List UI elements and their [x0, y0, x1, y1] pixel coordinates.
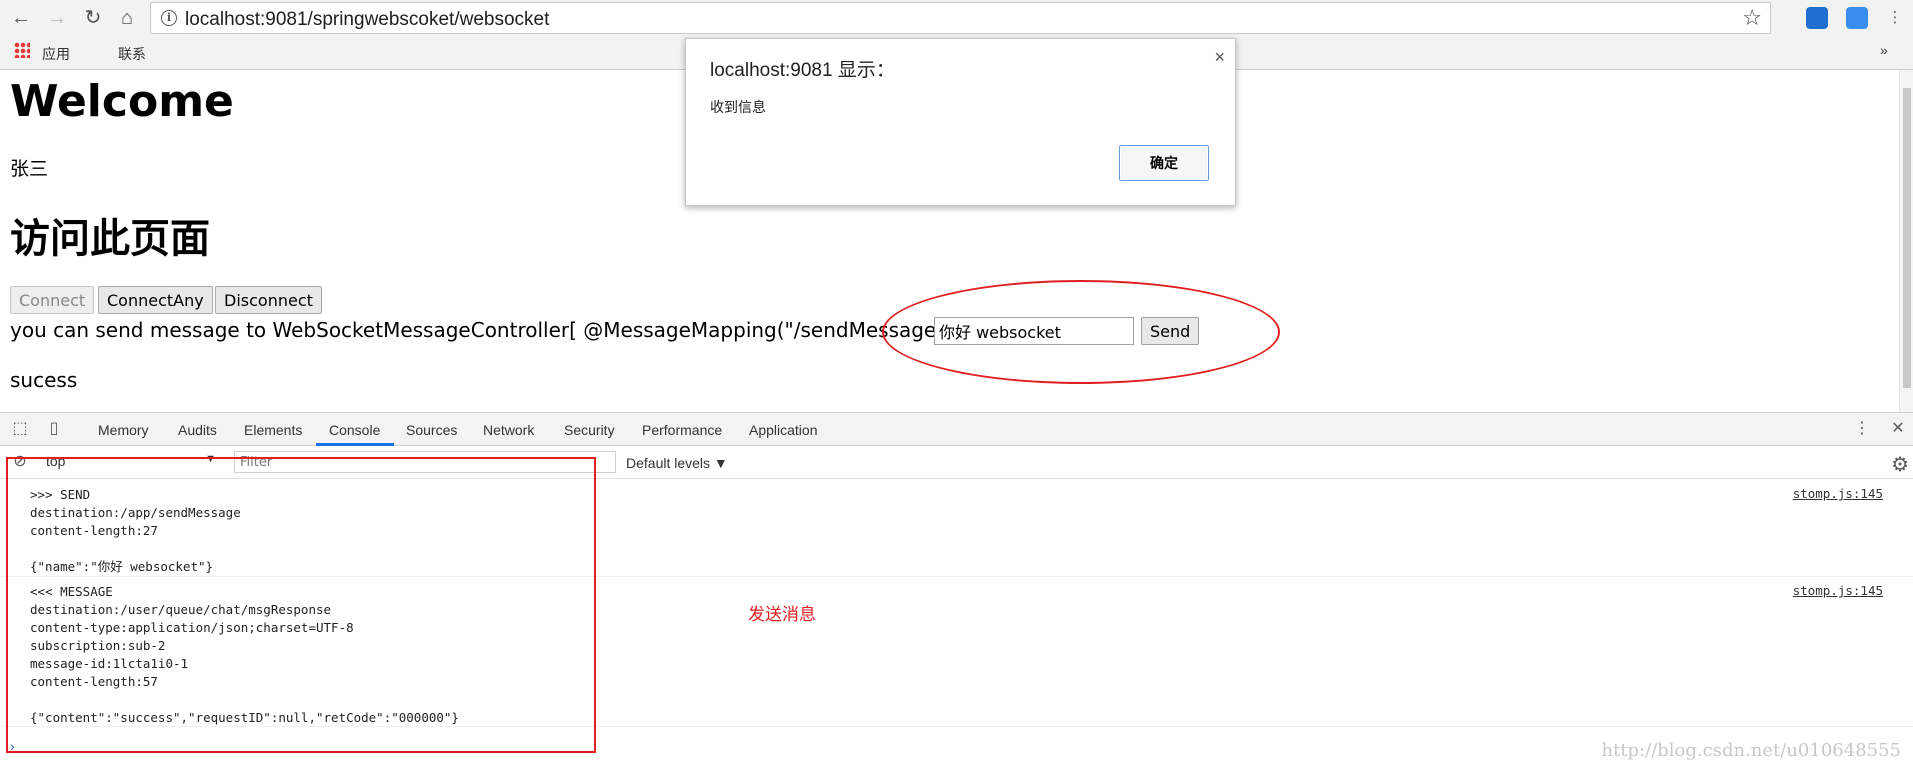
log-levels-dropdown[interactable]: Default levels ▼ — [626, 455, 728, 471]
source-link[interactable]: stomp.js:145 — [1793, 486, 1883, 501]
section-heading: 访问此页面 — [10, 216, 210, 262]
log-text: >>> SEND destination:/app/sendMessage co… — [30, 487, 241, 574]
console-message: <<< MESSAGE destination:/user/queue/chat… — [0, 577, 1913, 727]
url-text[interactable]: localhost:9081/springwebscoket/websocket — [185, 9, 549, 31]
bookmark-item[interactable]: 联系 — [118, 44, 146, 64]
alert-dialog: localhost:9081 显示： × 收到信息 确定 — [685, 38, 1236, 206]
extension-icon[interactable] — [1806, 7, 1828, 29]
close-icon[interactable]: × — [1214, 47, 1225, 68]
send-instructions: you can send message to WebSocketMessage… — [10, 318, 968, 342]
disconnect-button[interactable]: Disconnect — [215, 286, 322, 314]
source-link[interactable]: stomp.js:145 — [1793, 583, 1883, 598]
tab-console[interactable]: Console — [329, 422, 380, 438]
devtools-panel: ⬚ ▯ Memory Audits Elements Console Sourc… — [0, 412, 1913, 767]
context-value: top — [46, 453, 66, 469]
info-icon[interactable]: i — [161, 10, 177, 26]
status-text: sucess — [10, 368, 78, 392]
context-select[interactable]: top ▼ — [46, 453, 216, 473]
forward-icon[interactable]: → — [44, 6, 70, 30]
bookmark-item[interactable]: 应用 — [42, 44, 70, 64]
connect-any-button[interactable]: ConnectAny — [98, 286, 213, 314]
tab-application[interactable]: Application — [749, 422, 818, 438]
annotation-label: 发送消息 — [748, 605, 816, 625]
console-prompt-icon[interactable]: › — [10, 738, 15, 754]
tab-memory[interactable]: Memory — [98, 422, 149, 438]
clear-console-icon[interactable]: ⊘ — [10, 452, 30, 472]
device-toolbar-icon[interactable]: ▯ — [44, 419, 64, 439]
back-icon[interactable]: ← — [8, 6, 34, 30]
inspect-element-icon[interactable]: ⬚ — [10, 419, 30, 439]
more-bookmarks-icon[interactable]: » — [1880, 42, 1888, 58]
console-output: >>> SEND destination:/app/sendMessage co… — [0, 480, 1913, 767]
page-scrollbar[interactable] — [1899, 70, 1913, 412]
more-options-icon[interactable]: ⋮ — [1852, 419, 1872, 439]
watermark: http://blog.csdn.net/u010648555 — [1601, 740, 1902, 761]
alert-message: 收到信息 — [710, 100, 766, 116]
alert-title: localhost:9081 显示： — [710, 60, 895, 81]
address-bar[interactable]: i localhost:9081/springwebscoket/websock… — [150, 2, 1771, 34]
chevron-down-icon: ▼ — [205, 453, 216, 465]
ok-button[interactable]: 确定 — [1119, 145, 1209, 181]
scroll-thumb[interactable] — [1903, 88, 1911, 388]
tab-performance[interactable]: Performance — [642, 422, 722, 438]
tab-sources[interactable]: Sources — [406, 422, 457, 438]
message-input[interactable] — [934, 317, 1134, 345]
send-button[interactable]: Send — [1141, 317, 1200, 345]
home-icon[interactable]: ⌂ — [114, 6, 140, 30]
page-title: Welcome — [10, 76, 234, 127]
user-name: 张三 — [10, 158, 49, 180]
reload-icon[interactable]: ↻ — [80, 6, 106, 30]
apps-icon[interactable] — [14, 42, 30, 58]
bookmark-star-icon[interactable]: ☆ — [1742, 5, 1762, 31]
menu-dots-icon[interactable]: ⋮ — [1882, 6, 1908, 30]
console-message: >>> SEND destination:/app/sendMessage co… — [0, 480, 1913, 577]
connect-button[interactable]: Connect — [10, 286, 95, 314]
tab-network[interactable]: Network — [483, 422, 534, 438]
devtools-tabbar: ⬚ ▯ Memory Audits Elements Console Sourc… — [0, 413, 1913, 446]
tab-elements[interactable]: Elements — [244, 422, 302, 438]
log-text: <<< MESSAGE destination:/user/queue/chat… — [30, 584, 459, 725]
active-tab-indicator — [316, 443, 394, 446]
tab-audits[interactable]: Audits — [178, 422, 217, 438]
tab-security[interactable]: Security — [564, 422, 615, 438]
close-devtools-icon[interactable]: ✕ — [1888, 419, 1908, 439]
extension-icon[interactable] — [1846, 7, 1868, 29]
console-toolbar: ⊘ top ▼ Default levels ▼ ⚙ — [0, 447, 1913, 479]
gear-icon[interactable]: ⚙ — [1891, 452, 1909, 477]
filter-input[interactable] — [234, 451, 616, 473]
